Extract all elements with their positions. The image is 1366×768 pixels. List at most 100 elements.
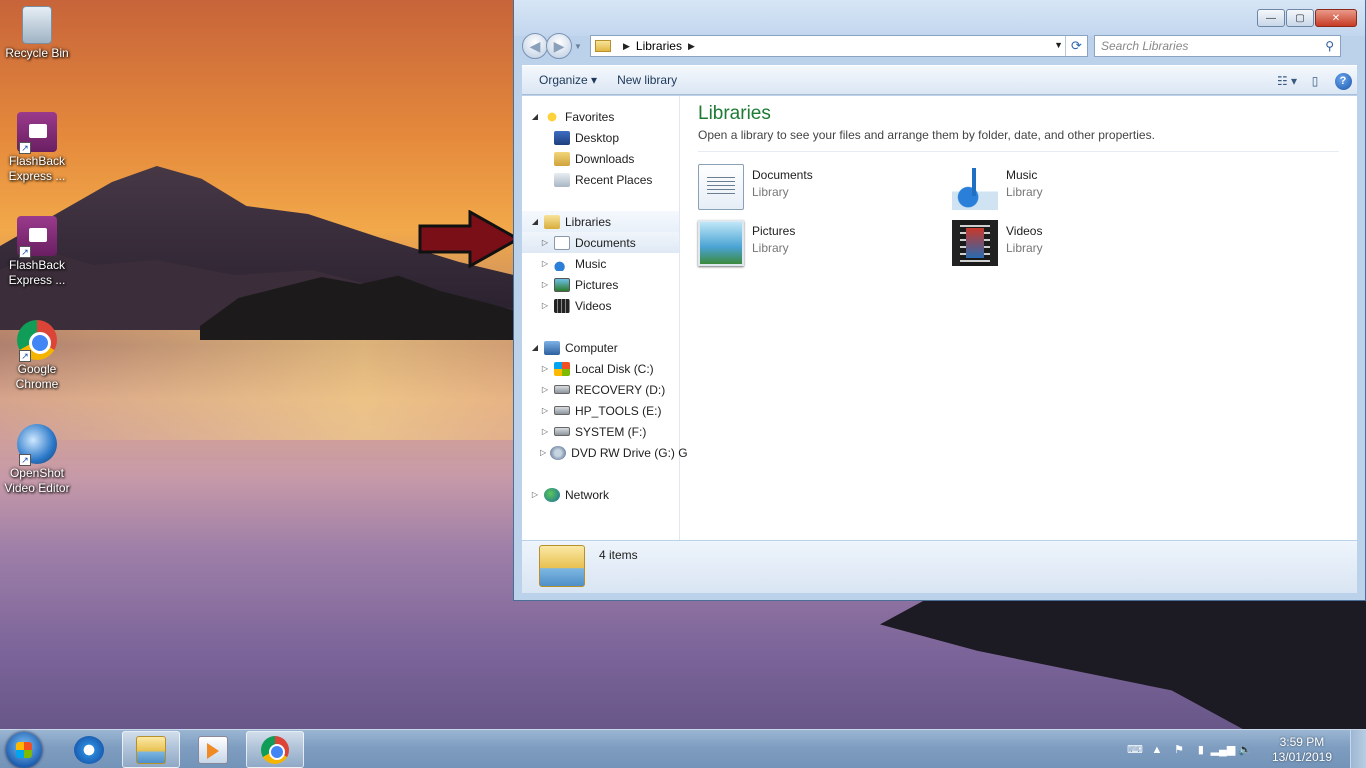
start-button[interactable] — [6, 732, 42, 768]
expand-triangle-icon[interactable]: ▷ — [540, 406, 550, 415]
recent-places-icon — [554, 172, 570, 187]
desktop-icon-chrome[interactable]: ↗ Google Chrome — [0, 320, 74, 392]
forward-button[interactable]: ▶ — [546, 33, 572, 59]
music-icon — [554, 256, 570, 271]
expand-triangle-icon[interactable]: ▷ — [540, 448, 546, 457]
desktop-icon-openshot[interactable]: ↗ OpenShot Video Editor — [0, 424, 74, 496]
nav-label: Computer — [565, 340, 618, 355]
preview-pane-icon: ▯ — [1311, 74, 1319, 88]
volume-icon[interactable]: 🔈 — [1238, 743, 1252, 757]
nav-label: DVD RW Drive (G:) G — [571, 445, 688, 460]
title-bar[interactable]: — ▢ ✕ — [514, 0, 1365, 36]
documents-icon — [554, 235, 570, 250]
new-library-button[interactable]: New library — [607, 73, 687, 87]
wallpaper-reflection — [880, 598, 1366, 730]
network-signal-icon[interactable]: ▂▄▆ — [1211, 743, 1236, 757]
expand-triangle-icon[interactable]: ▷ — [540, 259, 550, 268]
pictures-library-icon — [698, 220, 744, 266]
taskbar-windows-explorer[interactable] — [122, 731, 180, 768]
library-item-music[interactable]: Music Library — [952, 164, 1182, 214]
taskbar-media-player[interactable] — [184, 731, 242, 768]
clock[interactable]: 3:59 PM 13/01/2019 — [1272, 735, 1332, 765]
nav-item-documents[interactable]: ▷ Documents — [522, 232, 679, 253]
library-item-documents[interactable]: Documents Library — [698, 164, 928, 214]
libraries-grid: Documents Library Music Library Pictures… — [698, 158, 1339, 278]
power-icon[interactable]: ▮ — [1194, 743, 1208, 757]
main-pane: Libraries Open a library to see your fil… — [680, 96, 1357, 540]
nav-item-videos[interactable]: ▷ Videos — [522, 295, 679, 316]
address-bar[interactable]: ▶ Libraries ▶ ▼ ⟳ — [590, 35, 1088, 57]
search-input[interactable]: Search Libraries ⚲ — [1094, 35, 1341, 57]
item-count: 4 items — [599, 548, 638, 562]
breadcrumb-libraries[interactable]: Libraries — [636, 39, 682, 53]
recycle-bin-icon — [22, 6, 52, 44]
expand-triangle-icon[interactable]: ▷ — [540, 280, 550, 289]
nav-item-recent-places[interactable]: Recent Places — [522, 169, 679, 190]
change-view-button[interactable]: ☷ ▾ — [1273, 70, 1301, 92]
address-dropdown-icon[interactable]: ▼ — [1054, 40, 1063, 50]
shortcut-arrow-icon: ↗ — [19, 350, 31, 362]
nav-item-hp-tools[interactable]: ▷ HP_TOOLS (E:) — [522, 400, 679, 421]
nav-item-dvd-drive[interactable]: ▷ DVD RW Drive (G:) G — [522, 442, 688, 463]
organize-menu[interactable]: Organize ▾ — [522, 73, 607, 87]
desktop-icon-flashback-1[interactable]: ↗ FlashBack Express ... — [0, 112, 74, 184]
help-icon: ? — [1334, 72, 1352, 90]
flashback-icon: ↗ — [17, 112, 57, 154]
desktop-icon-flashback-2[interactable]: ↗ FlashBack Express ... — [0, 216, 74, 288]
nav-label: Libraries — [565, 214, 612, 229]
library-type: Library — [752, 185, 789, 199]
desktop-icon-recycle-bin[interactable]: Recycle Bin — [0, 6, 74, 61]
taskbar-chrome[interactable] — [246, 731, 304, 768]
network-icon — [544, 487, 560, 502]
wallpaper-water-glow — [0, 330, 520, 440]
library-name: Music — [1006, 168, 1038, 182]
library-item-pictures[interactable]: Pictures Library — [698, 220, 928, 270]
library-type: Library — [1006, 185, 1043, 199]
collapse-triangle-icon[interactable]: ◢ — [530, 112, 540, 121]
show-desktop-button[interactable] — [1350, 730, 1366, 768]
nav-item-libraries[interactable]: ◢ Libraries — [522, 211, 679, 232]
expand-triangle-icon[interactable]: ▷ — [540, 238, 550, 247]
preview-pane-button[interactable]: ▯ — [1301, 70, 1329, 92]
nav-label: Local Disk (C:) — [575, 361, 654, 376]
nav-item-local-disk[interactable]: ▷ Local Disk (C:) — [522, 358, 679, 379]
close-button[interactable]: ✕ — [1315, 9, 1357, 27]
nav-item-pictures[interactable]: ▷ Pictures — [522, 274, 679, 295]
recent-pages-dropdown[interactable]: ▼ — [574, 42, 584, 51]
expand-triangle-icon[interactable]: ▷ — [540, 364, 550, 373]
minimize-button[interactable]: — — [1257, 9, 1285, 27]
collapse-triangle-icon[interactable]: ◢ — [530, 217, 540, 226]
nav-item-recovery[interactable]: ▷ RECOVERY (D:) — [522, 379, 679, 400]
nav-item-network[interactable]: ▷ Network — [522, 484, 679, 505]
show-hidden-icons-icon[interactable]: ▲ — [1150, 743, 1164, 757]
nav-item-system[interactable]: ▷ SYSTEM (F:) — [522, 421, 679, 442]
libraries-folder-icon — [539, 545, 585, 587]
downloads-folder-icon — [554, 151, 570, 166]
nav-item-desktop[interactable]: Desktop — [522, 127, 679, 148]
maximize-button[interactable]: ▢ — [1286, 9, 1314, 27]
internet-explorer-icon — [74, 735, 104, 764]
help-button[interactable]: ? — [1329, 70, 1357, 92]
drive-icon — [554, 406, 570, 415]
refresh-button[interactable]: ⟳ — [1065, 36, 1087, 56]
navigation-pane[interactable]: ◢ Favorites Desktop Downloads Recent Pla… — [522, 96, 688, 540]
breadcrumb-chevron-icon[interactable]: ▶ — [623, 41, 630, 52]
star-icon — [544, 109, 560, 124]
search-icon[interactable]: ⚲ — [1325, 39, 1334, 53]
expand-triangle-icon[interactable]: ▷ — [540, 427, 550, 436]
nav-item-downloads[interactable]: Downloads — [522, 148, 679, 169]
expand-triangle-icon[interactable]: ▷ — [540, 385, 550, 394]
nav-item-music[interactable]: ▷ Music — [522, 253, 679, 274]
back-button[interactable]: ◀ — [522, 33, 548, 59]
library-item-videos[interactable]: Videos Library — [952, 220, 1182, 270]
keyboard-icon[interactable]: ⌨ — [1127, 743, 1143, 757]
action-center-icon[interactable]: ⚑ — [1172, 743, 1186, 757]
expand-triangle-icon[interactable]: ▷ — [530, 490, 540, 499]
library-type: Library — [1006, 241, 1043, 255]
breadcrumb-chevron-icon[interactable]: ▶ — [688, 41, 695, 52]
nav-item-computer[interactable]: ◢ Computer — [522, 337, 679, 358]
collapse-triangle-icon[interactable]: ◢ — [530, 343, 540, 352]
nav-item-favorites[interactable]: ◢ Favorites — [522, 106, 679, 127]
expand-triangle-icon[interactable]: ▷ — [540, 301, 550, 310]
taskbar-internet-explorer[interactable] — [60, 731, 118, 768]
